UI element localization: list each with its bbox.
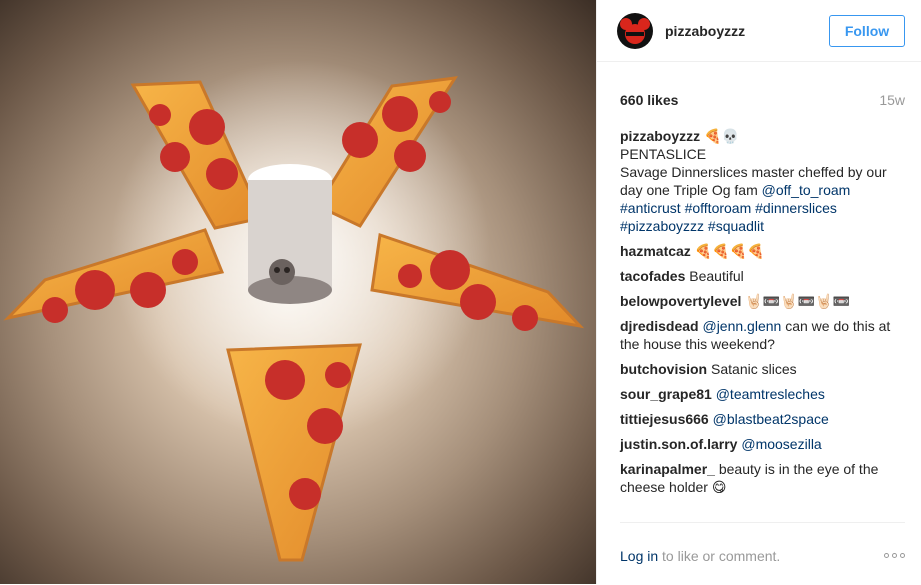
comment-author[interactable]: belowpovertylevel xyxy=(620,293,741,309)
header-username[interactable]: pizzaboyzzz xyxy=(665,23,829,39)
mouse-ears-logo-icon xyxy=(620,17,650,44)
comment-author[interactable]: tacofades xyxy=(620,268,685,284)
dot-icon xyxy=(892,553,897,558)
comment-mention[interactable]: @blastbeat2space xyxy=(713,411,829,427)
comment-mention[interactable]: @teamtresleches xyxy=(716,386,825,402)
skull-candle xyxy=(248,164,332,304)
post-photo[interactable] xyxy=(0,0,596,584)
post-header: pizzaboyzzz Follow xyxy=(597,0,921,62)
post-sidebar: pizzaboyzzz Follow 660 likes 15w pizzabo… xyxy=(596,0,921,584)
caption-title: PENTASLICE xyxy=(620,146,707,162)
list-item: djredisdead @jenn.glenn can we do this a… xyxy=(620,317,905,353)
post-age[interactable]: 15w xyxy=(879,92,905,108)
caption-mention[interactable]: @off_to_roam xyxy=(762,182,851,198)
comment-author[interactable]: karinapalmer_ xyxy=(620,461,715,477)
comment-author[interactable]: sour_grape81 xyxy=(620,386,712,402)
post-footer: Log in to like or comment. xyxy=(620,522,905,585)
comment-author[interactable]: djredisdead xyxy=(620,318,699,334)
comments-list: pizzaboyzzz 🍕💀 PENTASLICE Savage Dinners… xyxy=(620,127,905,503)
list-item: tittiejesus666 @blastbeat2space xyxy=(620,410,905,428)
instagram-post: pizzaboyzzz Follow 660 likes 15w pizzabo… xyxy=(0,0,921,584)
caption-tags-line1[interactable]: #anticrust #offtoroam #dinnerslices xyxy=(620,200,837,216)
login-prompt-text: to like or comment. xyxy=(662,548,781,564)
pizza-slice-bottom xyxy=(226,343,362,562)
comment-text: Beautiful xyxy=(689,268,744,284)
list-item: sour_grape81 @teamtresleches xyxy=(620,385,905,403)
dot-icon xyxy=(884,553,889,558)
comment-mention[interactable]: @moosezilla xyxy=(741,436,821,452)
login-link[interactable]: Log in xyxy=(620,548,658,564)
login-prompt: Log in to like or comment. xyxy=(620,548,905,564)
list-item: butchovision Satanic slices xyxy=(620,360,905,378)
list-item: karinapalmer_ beauty is in the eye of th… xyxy=(620,460,905,496)
caption-author[interactable]: pizzaboyzzz xyxy=(620,128,700,144)
comment-text: 🍕🍕🍕🍕 xyxy=(694,243,765,259)
comment-text: 🤘🏻📼🤘🏻📼🤘🏻📼 xyxy=(745,293,850,309)
caption: pizzaboyzzz 🍕💀 PENTASLICE Savage Dinners… xyxy=(620,127,905,235)
comment-author[interactable]: tittiejesus666 xyxy=(620,411,709,427)
dot-icon xyxy=(900,553,905,558)
caption-tags-line2[interactable]: #pizzaboyzzz #squadlit xyxy=(620,218,764,234)
caption-emoji: 🍕💀 xyxy=(704,128,739,144)
comment-text: Satanic slices xyxy=(711,361,797,377)
pentaslice-image xyxy=(3,60,585,562)
comment-author[interactable]: hazmatcaz xyxy=(620,243,691,259)
list-item: justin.son.of.larry @moosezilla xyxy=(620,435,905,453)
more-options-icon[interactable] xyxy=(884,553,905,558)
comment-author[interactable]: butchovision xyxy=(620,361,707,377)
comment-mention[interactable]: @jenn.glenn xyxy=(702,318,781,334)
list-item: hazmatcaz 🍕🍕🍕🍕 xyxy=(620,242,905,260)
comment-author[interactable]: justin.son.of.larry xyxy=(620,436,737,452)
likes-count[interactable]: 660 likes xyxy=(620,92,678,108)
list-item: belowpovertylevel 🤘🏻📼🤘🏻📼🤘🏻📼 xyxy=(620,292,905,310)
avatar[interactable] xyxy=(617,12,653,49)
follow-button[interactable]: Follow xyxy=(829,14,905,47)
post-meta: 660 likes 15w xyxy=(597,62,921,110)
list-item: tacofades Beautiful xyxy=(620,267,905,285)
